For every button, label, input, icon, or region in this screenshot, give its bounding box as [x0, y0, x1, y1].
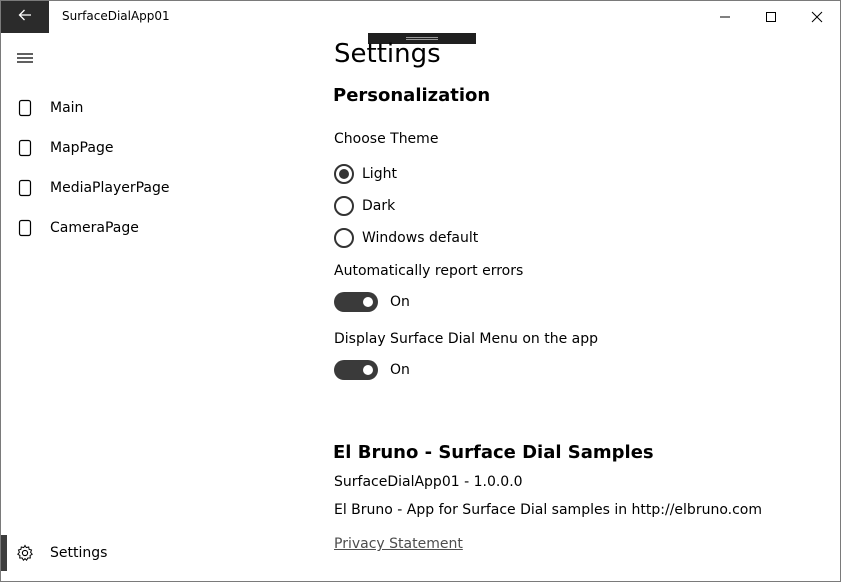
- radio-circle: [334, 196, 354, 216]
- radio-dot: [339, 169, 349, 179]
- description-text: El Bruno - App for Surface Dial samples …: [334, 502, 762, 518]
- toggle-track: [334, 292, 378, 312]
- radio-label: Light: [362, 166, 397, 182]
- toggle-knob: [363, 297, 373, 307]
- nav-item-settings[interactable]: Settings: [1, 533, 301, 573]
- maximize-button[interactable]: [748, 1, 794, 33]
- nav-item-label: Main: [50, 100, 84, 116]
- nav-item-label: Settings: [50, 545, 108, 561]
- toggle-knob: [363, 365, 373, 375]
- nav-item-label: CameraPage: [50, 220, 139, 236]
- toggle-state-label: On: [390, 294, 410, 310]
- maximize-icon: [765, 8, 777, 27]
- radio-label: Dark: [362, 198, 396, 214]
- grip-line: [406, 37, 438, 38]
- page-icon: [1, 168, 49, 208]
- back-button[interactable]: [1, 1, 49, 33]
- dial-menu-label: Display Surface Dial Menu on the app: [334, 331, 598, 347]
- gear-icon: [1, 533, 49, 573]
- page-icon: [1, 208, 49, 248]
- about-header: El Bruno - Surface Dial Samples: [333, 442, 654, 463]
- page-title: Settings: [334, 39, 441, 69]
- radio-circle: [334, 164, 354, 184]
- hamburger-menu-button[interactable]: [1, 41, 49, 75]
- nav-item-label: MediaPlayerPage: [50, 180, 170, 196]
- report-errors-label: Automatically report errors: [334, 263, 524, 279]
- nav-item-main[interactable]: Main: [1, 88, 301, 128]
- toggle-state-label: On: [390, 362, 410, 378]
- theme-radio-dark[interactable]: Dark: [334, 195, 395, 217]
- theme-radio-windows-default[interactable]: Windows default: [334, 227, 478, 249]
- report-errors-toggle[interactable]: On: [334, 291, 410, 313]
- app-window: SurfaceDialApp01 Main MapPage MediaPlaye…: [0, 0, 841, 582]
- nav-item-label: MapPage: [50, 140, 114, 156]
- minimize-icon: [719, 8, 731, 27]
- nav-item-mappage[interactable]: MapPage: [1, 128, 301, 168]
- nav-item-camerapage[interactable]: CameraPage: [1, 208, 301, 248]
- nav-item-mediaplayerpage[interactable]: MediaPlayerPage: [1, 168, 301, 208]
- page-icon: [1, 88, 49, 128]
- back-arrow-icon: [17, 7, 33, 27]
- toggle-track: [334, 360, 378, 380]
- version-text: SurfaceDialApp01 - 1.0.0.0: [334, 474, 523, 490]
- dial-menu-toggle[interactable]: On: [334, 359, 410, 381]
- privacy-statement-link[interactable]: Privacy Statement: [334, 536, 463, 552]
- theme-radio-light[interactable]: Light: [334, 163, 397, 185]
- choose-theme-label: Choose Theme: [334, 131, 439, 147]
- radio-label: Windows default: [362, 230, 479, 246]
- close-icon: [811, 8, 823, 27]
- radio-circle: [334, 228, 354, 248]
- personalization-header: Personalization: [333, 85, 491, 106]
- hamburger-icon: [17, 49, 33, 68]
- title-bar: SurfaceDialApp01: [1, 1, 840, 33]
- app-title: SurfaceDialApp01: [62, 9, 170, 23]
- page-icon: [1, 128, 49, 168]
- close-button[interactable]: [794, 1, 840, 33]
- minimize-button[interactable]: [702, 1, 748, 33]
